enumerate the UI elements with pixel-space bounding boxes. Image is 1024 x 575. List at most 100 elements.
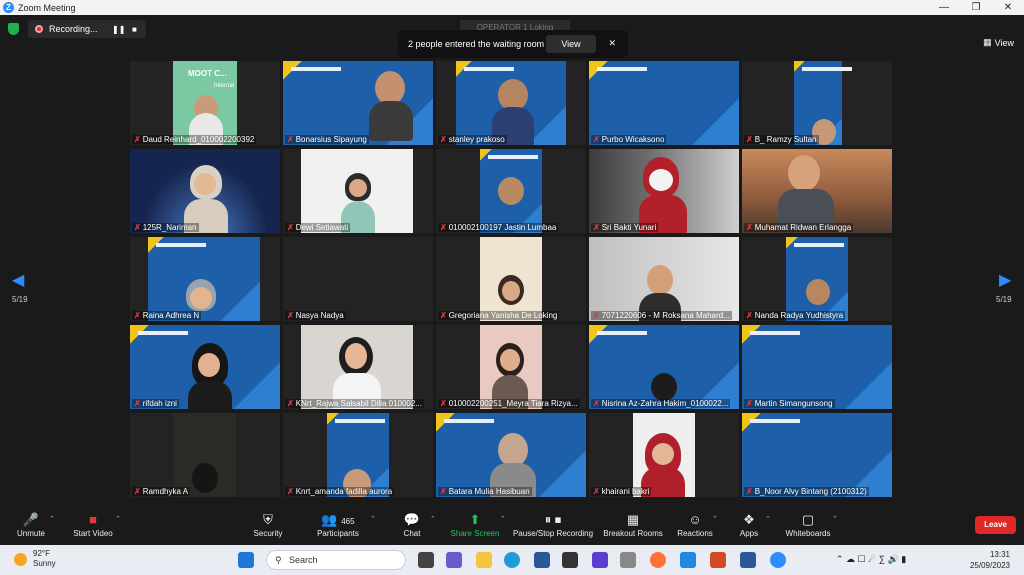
file-explorer-icon[interactable] (476, 552, 492, 568)
video-tile[interactable]: ✗ Muhamat Ridwan Erlangga (742, 149, 892, 233)
video-tile[interactable]: ✗ Dewi Setiawati (283, 149, 433, 233)
edge-browser-icon[interactable] (504, 552, 520, 568)
video-tile[interactable]: ✗ 7071220606 - M Roksana Mahard... (589, 237, 739, 321)
share-screen-button[interactable]: ⬆ Share Screen (448, 511, 502, 538)
weather-widget[interactable]: 92°F Sunny (14, 549, 56, 569)
word-icon[interactable] (740, 552, 756, 568)
close-icon[interactable]: ✕ (608, 38, 616, 49)
video-tile[interactable]: ✗ stanley prakoso (436, 61, 586, 145)
whiteboards-button[interactable]: ▢ Whiteboards (782, 511, 834, 538)
video-tile[interactable]: ✗ KNrt_Rajwa Salsabil Dilla 010002... (283, 325, 433, 409)
apps-button[interactable]: ❖ Apps (736, 511, 762, 538)
breakout-rooms-icon: ▦ (626, 512, 640, 527)
next-page-arrow-icon[interactable]: ▶ (999, 270, 1011, 290)
video-gallery: MOOT C... Internal ✗ Daud Reinhard_010002… (130, 61, 894, 498)
muted-mic-icon: ✗ (746, 135, 753, 144)
security-button[interactable]: ⛨ Security (250, 511, 286, 538)
video-tile[interactable]: ✗ 010002200251_Meyra Tiara Rizya... (436, 325, 586, 409)
unmute-button[interactable]: 🎤 Unmute (14, 511, 48, 538)
whiteboards-caret-icon[interactable]: ⌃ (832, 515, 838, 523)
video-options-caret-icon[interactable]: ⌃ (115, 515, 121, 523)
chat-bubble-icon: 💬 (403, 512, 421, 527)
minimize-button[interactable]: — (928, 0, 960, 15)
video-tile[interactable]: MOOT C... Internal ✗ Daud Reinhard_010002… (130, 61, 280, 145)
muted-mic-icon: ✗ (287, 223, 294, 232)
pause-recording-icon[interactable]: ❚❚ (112, 25, 125, 34)
muted-mic-icon: ✗ (593, 135, 600, 144)
video-tile[interactable]: ✗ Batara Mulia Hasibuan (436, 413, 586, 497)
video-tile[interactable]: ✗ B_ Ramzy Sultan (742, 61, 892, 145)
video-tile[interactable]: ✗ khairani bakri (589, 413, 739, 497)
notification-text: 2 people entered the waiting room (408, 39, 545, 49)
participant-name: ✗ Knrt_amanda fadilla aurora (285, 487, 395, 496)
video-tile[interactable]: ✗ Gregoriana Yanisha De Loking (436, 237, 586, 321)
maximize-button[interactable]: ❐ (960, 0, 992, 15)
participant-name: ✗ Muhamat Ridwan Erlangga (744, 223, 854, 232)
app-icon[interactable] (620, 552, 636, 568)
video-tile[interactable]: ✗ Nisrina Az-Zahra Hakim_0100022... (589, 325, 739, 409)
close-window-button[interactable]: ✕ (992, 0, 1024, 15)
video-tile[interactable]: ✗ B_Noor Alvy Bintang (2100312) (742, 413, 892, 497)
pause-stop-recording-button[interactable]: ⏸ ⏹ Pause/Stop Recording (510, 511, 596, 538)
video-tile[interactable]: ✗ Nasya Nadya (283, 237, 433, 321)
app-icon[interactable] (562, 552, 578, 568)
video-tile[interactable]: ✗ 010002100197 Jastin Lumbaa (436, 149, 586, 233)
muted-mic-icon: ✗ (440, 223, 447, 232)
video-tile[interactable]: ✗ Raina Adhrea N (130, 237, 280, 321)
video-tile[interactable]: ✗ Martin Simangunsong (742, 325, 892, 409)
windows-start-icon[interactable] (238, 552, 254, 568)
sun-icon (14, 552, 27, 566)
participant-name: ✗ Martin Simangunsong (744, 399, 835, 408)
zoom-icon[interactable] (770, 552, 786, 568)
firefox-icon[interactable] (650, 552, 666, 568)
muted-mic-icon: ✗ (134, 311, 141, 320)
participant-name: ✗ Nisrina Az-Zahra Hakim_0100022... (591, 399, 731, 408)
previous-page-arrow-icon[interactable]: ◀ (12, 270, 24, 290)
participants-caret-icon[interactable]: ⌃ (370, 515, 376, 523)
video-tile[interactable]: ✗ Bonarsius Sipayung (283, 61, 433, 145)
encryption-shield-icon[interactable] (8, 23, 19, 35)
powerpoint-icon[interactable] (710, 552, 726, 568)
stop-recording-icon[interactable]: ■ (132, 25, 137, 34)
video-tile[interactable]: ✗ Knrt_amanda fadilla aurora (283, 413, 433, 497)
reactions-caret-icon[interactable]: ⌃ (712, 515, 718, 523)
view-label: View (994, 37, 1014, 48)
app-icon[interactable] (680, 552, 696, 568)
muted-mic-icon: ✗ (134, 487, 141, 496)
participant-name: ✗ 010002200251_Meyra Tiara Rizya... (438, 399, 580, 408)
window-titlebar: Z Zoom Meeting — ❐ ✕ (0, 0, 1024, 15)
tile-text-moot: MOOT C... (188, 69, 227, 78)
taskbar-search[interactable]: ⚲ Search (266, 550, 406, 570)
video-tile[interactable]: ✗ Sri Bakti Yunari (589, 149, 739, 233)
apps-caret-icon[interactable]: ⌃ (765, 515, 771, 523)
leave-button[interactable]: Leave (975, 516, 1016, 534)
app-icon[interactable] (592, 552, 608, 568)
whiteboard-icon: ▢ (801, 512, 815, 527)
video-tile[interactable]: ✗ Nanda Radya Yudhistyra (742, 237, 892, 321)
system-tray-icons[interactable]: ⌃ ☁ ☐ ☄ ∑ 🔊 ▮ (836, 554, 906, 565)
muted-mic-icon: ✗ (287, 135, 294, 144)
share-caret-icon[interactable]: ⌃ (500, 515, 506, 523)
participants-icon: 👥 (321, 512, 338, 527)
chat-button[interactable]: 💬 Chat (398, 511, 426, 538)
teams-chat-icon[interactable] (446, 552, 462, 568)
video-tile[interactable]: ✗ rifdah izni (130, 325, 280, 409)
breakout-rooms-button[interactable]: ▦ Breakout Rooms (602, 511, 664, 538)
audio-options-caret-icon[interactable]: ⌃ (49, 515, 55, 523)
task-view-icon[interactable] (418, 552, 434, 568)
clock[interactable]: 13:31 25/09/2023 (970, 549, 1010, 571)
video-tile[interactable]: ✗ Purbo Wicaksono (589, 61, 739, 145)
muted-mic-icon: ✗ (746, 311, 753, 320)
video-tile[interactable]: ✗ 125R_Nariman (130, 149, 280, 233)
chat-caret-icon[interactable]: ⌃ (430, 515, 436, 523)
participants-button[interactable]: 👥 465 Participants (314, 511, 362, 538)
notification-view-button[interactable]: View (546, 35, 596, 53)
start-video-button[interactable]: ■ Start Video (70, 511, 116, 538)
participant-name: ✗ 125R_Nariman (132, 223, 199, 232)
reactions-button[interactable]: ☺ Reactions (676, 511, 714, 538)
participant-name: ✗ Daud Reinhard_010002200392 (132, 135, 257, 144)
view-button[interactable]: ▦ View (983, 37, 1014, 48)
muted-mic-icon: ✗ (593, 399, 600, 408)
store-icon[interactable] (534, 552, 550, 568)
video-tile[interactable]: ✗ Ramdhyka A (130, 413, 280, 497)
